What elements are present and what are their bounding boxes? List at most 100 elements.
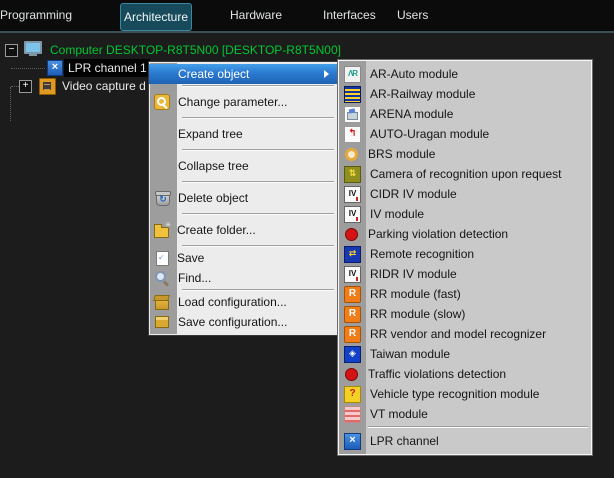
submenu-item-ar-railway-module[interactable]: AR-Railway module bbox=[338, 84, 592, 104]
menu-item-label: Expand tree bbox=[178, 127, 243, 141]
computer-icon bbox=[24, 41, 42, 57]
key-icon bbox=[154, 94, 170, 110]
traffic-icon bbox=[344, 367, 359, 382]
submenu-item-label: Camera of recognition upon request bbox=[370, 167, 561, 181]
iv-icon bbox=[344, 266, 361, 283]
trash-icon bbox=[156, 191, 170, 206]
tab-architecture[interactable]: Architecture bbox=[120, 3, 192, 31]
submenu-item-label: Remote recognition bbox=[370, 247, 474, 261]
submenu-item-vt-module[interactable]: VT module bbox=[338, 404, 592, 424]
submenu-item-brs-module[interactable]: BRS module bbox=[338, 144, 592, 164]
submenu-item-auto-uragan-module[interactable]: AUTO-Uragan module bbox=[338, 124, 592, 144]
iv-icon bbox=[344, 206, 361, 223]
submenu-item-ar-auto-module[interactable]: AR-Auto module bbox=[338, 64, 592, 84]
submenu-item-label: Traffic violations detection bbox=[368, 367, 506, 381]
menu-item-label: Create folder... bbox=[177, 223, 256, 237]
ar-auto-icon bbox=[344, 66, 361, 83]
tab-users[interactable]: Users bbox=[397, 8, 428, 22]
menu-item-expand-tree[interactable]: Expand tree bbox=[149, 120, 337, 148]
submenu-item-label: IV module bbox=[370, 207, 424, 221]
rr-icon bbox=[344, 306, 361, 323]
brs-icon bbox=[344, 147, 359, 162]
menu-item-create-folder[interactable]: Create folder... bbox=[149, 216, 337, 244]
menu-item-load-configuration[interactable]: Load configuration... bbox=[149, 292, 337, 312]
ar-railway-icon bbox=[344, 86, 361, 103]
vehicle-type-icon bbox=[344, 386, 361, 403]
menu-item-icon bbox=[154, 66, 170, 82]
submenu-item-label: Taiwan module bbox=[370, 347, 450, 361]
tab-hardware[interactable]: Hardware bbox=[230, 8, 282, 22]
menu-item-collapse-tree[interactable]: Collapse tree bbox=[149, 152, 337, 180]
submenu-item-label: AR-Railway module bbox=[370, 87, 475, 101]
submenu-item-label: VT module bbox=[370, 407, 428, 421]
submenu-item-parking-violation-detection[interactable]: Parking violation detection bbox=[338, 224, 592, 244]
taiwan-icon bbox=[344, 346, 361, 363]
submenu-item-cidr-iv-module[interactable]: CIDR IV module bbox=[338, 184, 592, 204]
menu-item-label: Find... bbox=[178, 271, 211, 285]
rr-icon bbox=[344, 286, 361, 303]
video-capture-device-icon bbox=[39, 78, 56, 95]
submenu-item-remote-recognition[interactable]: Remote recognition bbox=[338, 244, 592, 264]
submenu-item-rr-module-fast[interactable]: RR module (fast) bbox=[338, 284, 592, 304]
collapse-expander[interactable]: − bbox=[5, 44, 18, 57]
submenu-item-label: BRS module bbox=[368, 147, 435, 161]
menu-item-icon bbox=[154, 158, 170, 174]
menu-item-label: Save configuration... bbox=[178, 315, 287, 329]
find-icon bbox=[154, 270, 170, 286]
menu-item-label: Collapse tree bbox=[178, 159, 249, 173]
menu-item-save[interactable]: Save bbox=[149, 248, 337, 268]
save-icon bbox=[156, 251, 169, 266]
tree-item-computer[interactable]: − Computer DESKTOP-R8T5N00 [DESKTOP-R8T5… bbox=[0, 41, 360, 59]
box-icon bbox=[154, 314, 170, 330]
arena-icon bbox=[344, 106, 361, 123]
menu-item-delete-object[interactable]: Delete object bbox=[149, 184, 337, 212]
iv-icon bbox=[344, 186, 361, 203]
app-window: Architecture Hardware Interfaces Users P… bbox=[0, 0, 614, 478]
submenu-item-label: RR vendor and model recognizer bbox=[370, 327, 546, 341]
tab-programming[interactable]: Programming bbox=[0, 8, 72, 22]
submenu-item-traffic-violations-detection[interactable]: Traffic violations detection bbox=[338, 364, 592, 384]
submenu-item-label: RR module (fast) bbox=[370, 287, 461, 301]
submenu-item-ridr-iv-module[interactable]: RIDR IV module bbox=[338, 264, 592, 284]
lpr-channel-icon bbox=[47, 60, 63, 76]
rr-icon bbox=[344, 326, 361, 343]
submenu-item-iv-module[interactable]: IV module bbox=[338, 204, 592, 224]
menu-item-label: Delete object bbox=[178, 191, 248, 205]
submenu-item-lpr-channel[interactable]: LPR channel bbox=[338, 430, 592, 452]
menu-item-label: Save bbox=[177, 251, 204, 265]
submenu-item-label: Vehicle type recognition module bbox=[370, 387, 539, 401]
submenu-item-taiwan-module[interactable]: Taiwan module bbox=[338, 344, 592, 364]
auto-uragan-icon bbox=[344, 126, 361, 143]
menu-item-find[interactable]: Find... bbox=[149, 268, 337, 288]
submenu-item-camera-of-recognition-upon-request[interactable]: Camera of recognition upon request bbox=[338, 164, 592, 184]
folder-new-icon bbox=[154, 227, 169, 238]
submenu-item-vehicle-type-recognition-module[interactable]: Vehicle type recognition module bbox=[338, 384, 592, 404]
menu-item-label: Create object bbox=[178, 67, 249, 81]
box-open-icon bbox=[154, 295, 170, 311]
menu-item-icon bbox=[154, 126, 170, 142]
submenu-item-arena-module[interactable]: ARENA module bbox=[338, 104, 592, 124]
tree-item-label: Computer DESKTOP-R8T5N00 [DESKTOP-R8T5N0… bbox=[50, 43, 341, 57]
menu-item-create-object[interactable]: Create object bbox=[149, 64, 337, 84]
submenu-item-rr-vendor-and-model-recognizer[interactable]: RR vendor and model recognizer bbox=[338, 324, 592, 344]
submenu-item-rr-module-slow[interactable]: RR module (slow) bbox=[338, 304, 592, 324]
submenu-item-label: AUTO-Uragan module bbox=[370, 127, 489, 141]
camera-request-icon bbox=[344, 166, 361, 183]
menu-item-label: Change parameter... bbox=[178, 95, 287, 109]
submenu-item-label: RIDR IV module bbox=[370, 267, 457, 281]
expand-expander[interactable]: + bbox=[19, 80, 32, 93]
context-menu: Create object Change parameter... Expand… bbox=[148, 61, 338, 336]
submenu-item-label: LPR channel bbox=[370, 434, 439, 448]
menu-item-save-configuration[interactable]: Save configuration... bbox=[149, 312, 337, 332]
submenu-item-label: AR-Auto module bbox=[370, 67, 458, 81]
menu-item-change-parameter[interactable]: Change parameter... bbox=[149, 88, 337, 116]
lpr-icon bbox=[344, 433, 361, 450]
create-object-submenu: AR-Auto module AR-Railway module ARENA m… bbox=[337, 59, 593, 456]
tab-bar: Architecture Hardware Interfaces Users P… bbox=[0, 0, 614, 33]
tab-interfaces[interactable]: Interfaces bbox=[323, 8, 376, 22]
tree-item-label: Video capture d bbox=[62, 79, 146, 93]
parking-icon bbox=[344, 227, 359, 242]
vt-icon bbox=[344, 406, 361, 423]
submenu-item-label: CIDR IV module bbox=[370, 187, 457, 201]
menu-item-label: Load configuration... bbox=[178, 295, 287, 309]
